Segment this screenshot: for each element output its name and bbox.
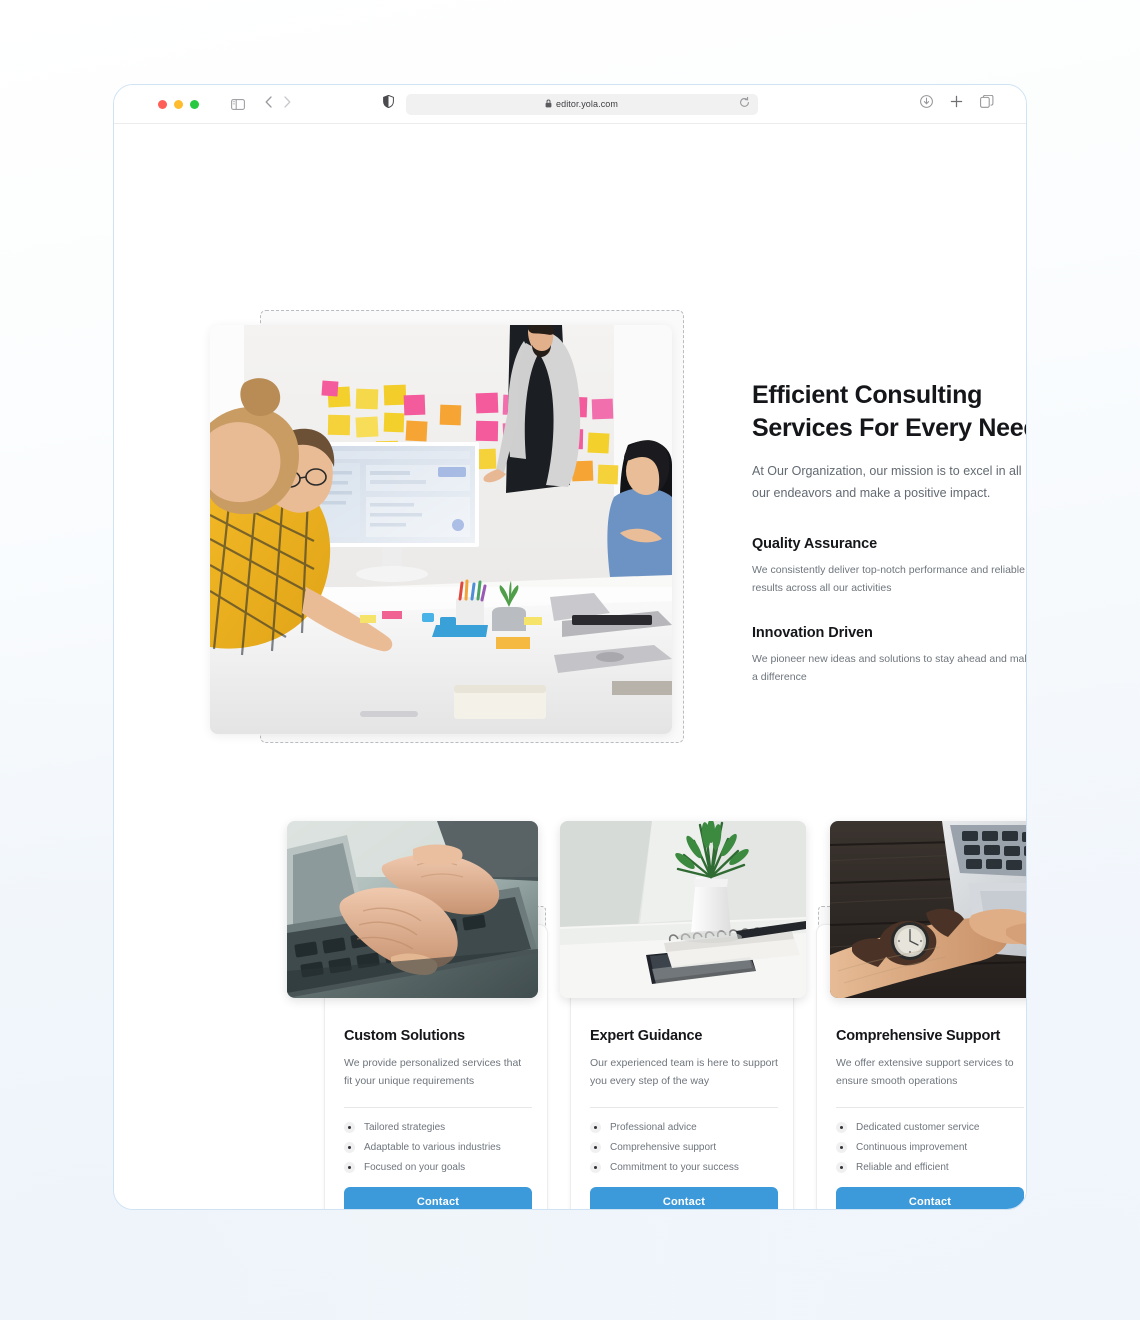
card-divider [590,1107,778,1108]
list-item: Reliable and efficient [836,1162,1024,1173]
bullet-dot-icon [590,1142,601,1153]
bullet-label: Tailored strategies [364,1122,446,1133]
browser-window: editor.yola.com Efficient Consulting Ser… [113,84,1027,1210]
card-image[interactable] [830,821,1026,998]
bullet-label: Reliable and efficient [856,1162,949,1173]
plus-icon[interactable] [950,95,963,113]
card-title: Custom Solutions [344,1028,465,1044]
card-divider [344,1107,532,1108]
card-bullet-list: Professional advice Comprehensive suppor… [590,1122,778,1173]
list-item: Comprehensive support [590,1142,778,1153]
privacy-shield-icon[interactable] [382,94,394,113]
download-icon[interactable] [920,95,933,113]
bullet-label: Professional advice [610,1122,697,1133]
bullet-dot-icon [836,1122,847,1133]
list-item: Professional advice [590,1122,778,1133]
bullet-dot-icon [590,1162,601,1173]
reload-icon[interactable] [739,95,750,113]
toolbar-right-actions [920,94,994,113]
list-item: Focused on your goals [344,1162,532,1173]
bullet-label: Comprehensive support [610,1142,717,1153]
bullet-dot-icon [590,1122,601,1133]
tab-overview-icon[interactable] [980,94,994,113]
url-text: editor.yola.com [555,99,619,109]
bullet-dot-icon [344,1142,355,1153]
card-image[interactable] [287,821,538,998]
card-image[interactable] [560,821,806,998]
bullet-label: Adaptable to various industries [364,1142,501,1153]
card-bullet-list: Tailored strategies Adaptable to various… [344,1122,532,1173]
bullet-dot-icon [836,1142,847,1153]
bullet-label: Dedicated customer service [856,1122,980,1133]
card-description: We provide personalized services that fi… [344,1057,522,1087]
address-bar[interactable]: editor.yola.com [405,93,758,115]
bullet-dot-icon [344,1122,355,1133]
list-item: Dedicated customer service [836,1122,1024,1133]
contact-button[interactable]: Contact [836,1187,1024,1209]
bullet-dot-icon [344,1162,355,1173]
card-bullet-list: Dedicated customer service Continuous im… [836,1122,1024,1173]
list-item: Continuous improvement [836,1142,1024,1153]
contact-button[interactable]: Contact [344,1187,532,1209]
bullet-label: Continuous improvement [856,1142,968,1153]
list-item: Adaptable to various industries [344,1142,532,1153]
address-bar-region: editor.yola.com [114,93,1026,115]
list-item: Commitment to your success [590,1162,778,1173]
bullet-dot-icon [836,1162,847,1173]
card-title: Expert Guidance [590,1028,703,1044]
card-divider [836,1107,1024,1108]
card-description: Our experienced team is here to support … [590,1057,778,1087]
contact-button[interactable]: Contact [590,1187,778,1209]
card-title: Comprehensive Support [836,1028,1001,1044]
bullet-label: Commitment to your success [610,1162,739,1173]
cards-section: Custom Solutions We provide personalized… [114,124,1026,1209]
card-description: We offer extensive support services to e… [836,1057,1014,1087]
browser-toolbar: editor.yola.com [114,85,1026,124]
lock-icon [545,95,552,113]
editor-canvas: Efficient Consulting Services For Every … [114,124,1026,1209]
bullet-label: Focused on your goals [364,1162,466,1173]
list-item: Tailored strategies [344,1122,532,1133]
